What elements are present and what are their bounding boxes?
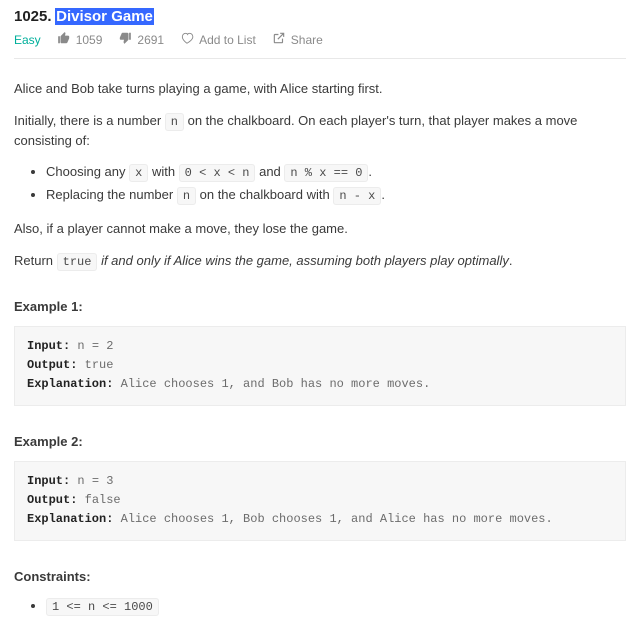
heart-icon [180,31,194,48]
difficulty-badge: Easy [14,33,41,47]
example-heading: Example 2: [14,432,626,452]
meta-row: Easy 1059 2691 Add to List Share [14,31,626,59]
dislike-button[interactable]: 2691 [118,31,164,48]
intro-paragraph: Alice and Bob take turns playing a game,… [14,79,626,99]
lose-paragraph: Also, if a player cannot make a move, th… [14,219,626,239]
problem-title: Divisor Game [55,8,154,25]
return-paragraph: Return true if and only if Alice wins th… [14,251,626,271]
dislike-count: 2691 [137,33,164,47]
move-item-2: Replacing the number n on the chalkboard… [46,185,626,205]
constraints-heading: Constraints: [14,567,626,587]
problem-title-row: 1025. Divisor Game [14,8,626,25]
code-n: n [165,113,184,131]
move-item-1: Choosing any x with 0 < x < n and n % x … [46,162,626,182]
like-count: 1059 [76,33,103,47]
example-heading: Example 1: [14,297,626,317]
constraint-item: 1 <= n <= 1000 [46,596,626,616]
share-button[interactable]: Share [272,31,323,48]
like-button[interactable]: 1059 [57,31,103,48]
add-to-list-label: Add to List [199,33,256,47]
share-label: Share [291,33,323,47]
initial-paragraph: Initially, there is a number n on the ch… [14,111,626,151]
thumbs-up-icon [57,31,71,48]
problem-description: Alice and Bob take turns playing a game,… [14,79,626,616]
thumbs-down-icon [118,31,132,48]
moves-list: Choosing any x with 0 < x < n and n % x … [46,162,626,205]
constraints-list: 1 <= n <= 1000 [46,596,626,616]
example-block-1: Input: n = 2 Output: true Explanation: A… [14,326,626,406]
share-icon [272,31,286,48]
problem-number: 1025. [14,8,52,25]
add-to-list-button[interactable]: Add to List [180,31,256,48]
example-block-2: Input: n = 3 Output: false Explanation: … [14,461,626,541]
